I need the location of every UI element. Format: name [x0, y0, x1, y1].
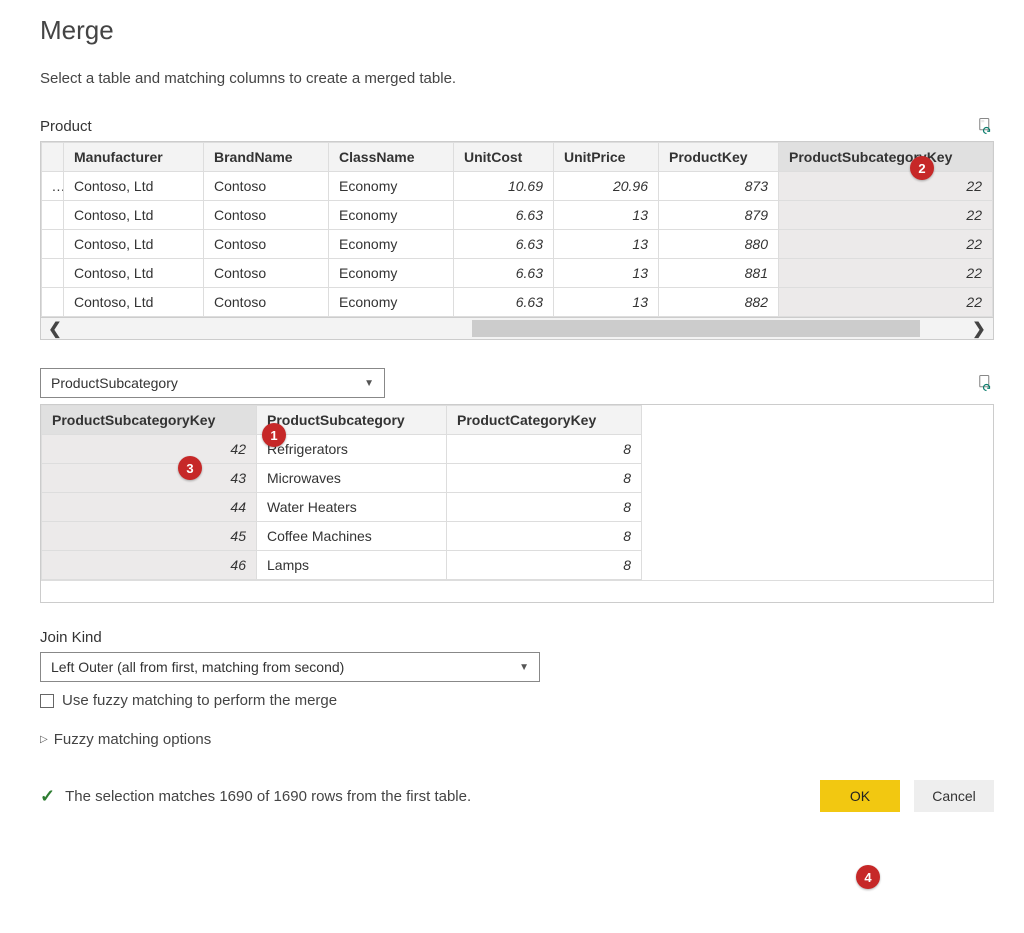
column-header[interactable]: UnitCost	[454, 143, 554, 172]
scroll-thumb[interactable]	[472, 320, 920, 337]
first-table-header: Product	[40, 117, 994, 135]
callout-4: 4	[856, 865, 880, 889]
column-header-selected[interactable]: ProductSubcategoryKey	[42, 406, 257, 435]
column-header[interactable]: ProductKey	[659, 143, 779, 172]
dialog-subtitle: Select a table and matching columns to c…	[40, 70, 994, 87]
table-row[interactable]: Contoso, Ltd Contoso Economy 6.63 13 882…	[42, 288, 993, 317]
join-kind-label: Join Kind	[40, 629, 994, 646]
table-row[interactable]: 42 Refrigerators 8	[42, 435, 642, 464]
status-row: ✓ The selection matches 1690 of 1690 row…	[40, 780, 994, 812]
column-header[interactable]: UnitPrice	[554, 143, 659, 172]
cancel-button[interactable]: Cancel	[914, 780, 994, 812]
join-kind-selected: Left Outer (all from first, matching fro…	[51, 659, 344, 675]
column-header[interactable]: Manufacturer	[64, 143, 204, 172]
column-header[interactable]: BrandName	[204, 143, 329, 172]
second-table-selected: ProductSubcategory	[51, 375, 178, 391]
table-header-row[interactable]: ProductSubcategoryKey ProductSubcategory…	[42, 406, 642, 435]
table-row[interactable]: Contoso, Ltd Contoso Economy 6.63 13 879…	[42, 201, 993, 230]
table-row[interactable]: Contoso, Ltd Contoso Economy 6.63 13 881…	[42, 259, 993, 288]
table-row[interactable]: 43 Microwaves 8	[42, 464, 642, 493]
table-row[interactable]: 44 Water Heaters 8	[42, 493, 642, 522]
ok-button[interactable]: OK	[820, 780, 900, 812]
callout-2: 2	[910, 156, 934, 180]
second-table-selector-row: ProductSubcategory ▼	[40, 368, 994, 398]
table-row[interactable]: ... Contoso, Ltd Contoso Economy 10.69 2…	[42, 172, 993, 201]
callout-1: 1	[262, 423, 286, 447]
second-table-preview[interactable]: ProductSubcategoryKey ProductSubcategory…	[40, 404, 994, 603]
scroll-track[interactable]	[69, 318, 965, 339]
fuzzy-matching-checkbox[interactable]: Use fuzzy matching to perform the merge	[40, 692, 994, 709]
chevron-right-icon: ▷	[40, 734, 48, 745]
join-kind-dropdown[interactable]: Left Outer (all from first, matching fro…	[40, 652, 540, 682]
merge-dialog: Merge Select a table and matching column…	[0, 0, 1024, 842]
callout-3: 3	[178, 456, 202, 480]
column-header[interactable]: ProductCategoryKey	[447, 406, 642, 435]
scroll-left-icon[interactable]: ❮	[41, 319, 69, 339]
refresh-icon[interactable]	[976, 374, 994, 392]
refresh-icon[interactable]	[976, 117, 994, 135]
table-row[interactable]: 46 Lamps 8	[42, 551, 642, 580]
status-text: The selection matches 1690 of 1690 rows …	[65, 788, 471, 805]
checkbox-icon[interactable]	[40, 694, 54, 708]
chevron-down-icon: ▼	[364, 378, 374, 389]
horizontal-scrollbar[interactable]: ❮ ❯	[40, 318, 994, 340]
fuzzy-options-expander[interactable]: ▷ Fuzzy matching options	[40, 731, 994, 748]
first-table-preview[interactable]: Manufacturer BrandName ClassName UnitCos…	[40, 141, 994, 318]
first-table-name: Product	[40, 118, 92, 135]
chevron-down-icon: ▼	[519, 662, 529, 673]
row-handle-header	[42, 143, 64, 172]
column-header-selected[interactable]: ProductSubcategoryKey	[779, 143, 993, 172]
fuzzy-checkbox-label: Use fuzzy matching to perform the merge	[62, 692, 337, 709]
fuzzy-options-label: Fuzzy matching options	[54, 731, 212, 748]
column-header[interactable]: ClassName	[329, 143, 454, 172]
dialog-title: Merge	[40, 15, 994, 46]
table-header-row[interactable]: Manufacturer BrandName ClassName UnitCos…	[42, 143, 993, 172]
scroll-right-icon[interactable]: ❯	[965, 319, 993, 339]
second-table-dropdown[interactable]: ProductSubcategory ▼	[40, 368, 385, 398]
check-icon: ✓	[40, 786, 55, 807]
table-row[interactable]: Contoso, Ltd Contoso Economy 6.63 13 880…	[42, 230, 993, 259]
table-row[interactable]: 45 Coffee Machines 8	[42, 522, 642, 551]
